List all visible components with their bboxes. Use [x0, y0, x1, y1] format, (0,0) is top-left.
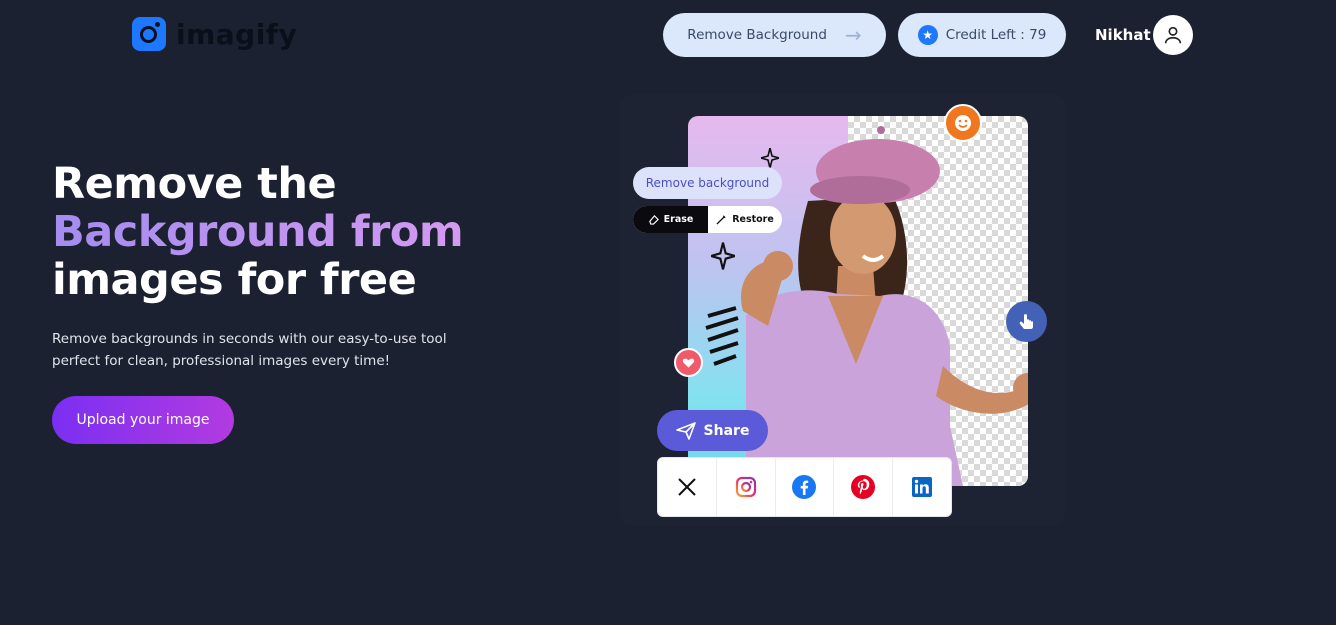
remove-background-chip[interactable]: Remove background — [633, 167, 782, 199]
instagram-icon — [735, 476, 756, 498]
linkedin-share-button[interactable] — [893, 458, 951, 516]
credit-badge[interactable]: ★ Credit Left : 79 — [898, 13, 1066, 57]
share-button[interactable]: Share — [657, 410, 768, 451]
facebook-icon — [792, 475, 817, 499]
heart-icon — [682, 358, 695, 368]
eraser-icon — [648, 214, 659, 225]
remove-background-button[interactable]: Remove Background → — [663, 13, 886, 57]
logo[interactable]: imagify — [132, 17, 297, 51]
user-icon — [1164, 26, 1182, 44]
brush-icon — [716, 215, 726, 225]
smile-icon — [955, 115, 971, 131]
erase-restore-toggle[interactable]: Erase Restore — [633, 206, 782, 233]
x-share-button[interactable] — [658, 458, 717, 516]
credit-label: Credit Left : 79 — [945, 27, 1047, 43]
facebook-share-button[interactable] — [776, 458, 835, 516]
hero-title-line3: images for free — [52, 255, 417, 305]
hero-subtitle-line2: perfect for clean, professional images e… — [52, 353, 391, 369]
sparkle-icon — [761, 148, 779, 168]
pointer-badge — [1006, 301, 1047, 342]
pinterest-icon — [851, 475, 876, 499]
hero-subtitle: Remove backgrounds in seconds with our e… — [52, 328, 452, 372]
upload-image-button[interactable]: Upload your image — [52, 396, 234, 444]
logo-text: imagify — [176, 17, 298, 51]
instagram-share-button[interactable] — [717, 458, 776, 516]
hero-title: Remove the Background from images for fr… — [52, 159, 464, 305]
pinterest-share-button[interactable] — [834, 458, 894, 516]
hero-subtitle-line1: Remove backgrounds in seconds with our e… — [52, 331, 447, 347]
arrow-right-icon: → — [844, 23, 862, 47]
x-icon — [678, 478, 696, 496]
hand-pointer-icon — [1019, 313, 1033, 329]
send-icon — [675, 421, 696, 440]
smile-badge — [944, 104, 982, 142]
share-label: Share — [703, 422, 750, 439]
sparkle-icon — [711, 242, 735, 270]
star-icon: ★ — [917, 25, 938, 45]
hero-title-line1: Remove the — [52, 159, 337, 209]
erase-label: Erase — [663, 214, 694, 225]
social-share-bar — [657, 457, 952, 517]
heart-badge — [674, 348, 703, 377]
logo-icon — [132, 17, 166, 51]
erase-option[interactable]: Erase — [633, 206, 708, 233]
username: Nikhat — [1095, 26, 1151, 44]
restore-option[interactable]: Restore — [708, 206, 782, 233]
remove-background-label: Remove Background — [687, 27, 827, 43]
hero-title-line2: Background from — [52, 207, 464, 257]
restore-label: Restore — [732, 214, 774, 225]
user-avatar[interactable] — [1153, 15, 1193, 55]
linkedin-icon — [912, 477, 933, 497]
